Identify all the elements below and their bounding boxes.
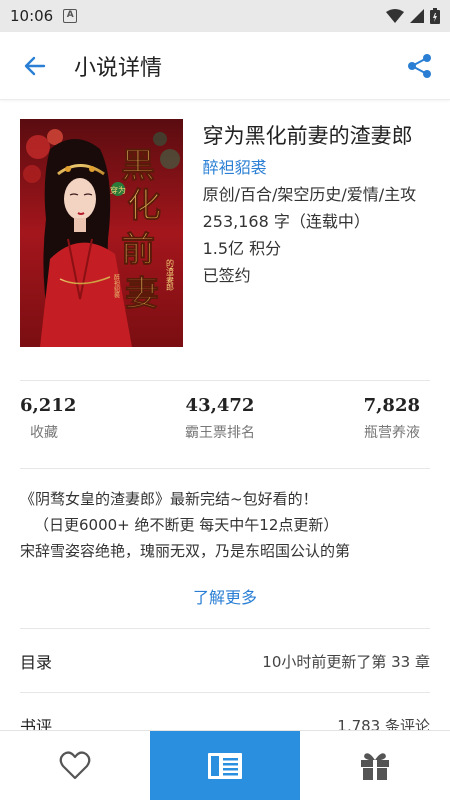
cover-title-char-1: 黑	[121, 146, 155, 186]
book-word-count: 253,168 字（连载中）	[202, 212, 370, 231]
battery-icon	[430, 8, 440, 24]
notification-icon: A	[63, 9, 78, 23]
book-description: 《阴骛女皇的渣妻郎》最新完结~包好看的！ （日更6000+ 绝不断更 每天中午1…	[20, 486, 430, 564]
table-of-contents-row[interactable]: 目录 10小时前更新了第 33 章	[20, 630, 430, 692]
gift-button[interactable]	[300, 731, 450, 800]
cover-title-char-4: 妻	[125, 274, 159, 314]
description-line: 宋辞雪姿容绝艳，瑰丽无双，乃是东昭国公认的第	[20, 542, 351, 560]
gift-icon	[361, 753, 389, 780]
status-time: 10:06	[10, 7, 54, 25]
stat-nutrients: 7,828 瓶营养液	[310, 392, 450, 462]
signal-icon	[410, 9, 424, 23]
back-button[interactable]	[0, 32, 70, 100]
toc-update-status: 10小时前更新了第 33 章	[262, 652, 430, 671]
stat-value: 6,212	[20, 395, 77, 416]
cover-title-char-3: 前	[121, 230, 155, 270]
book-author[interactable]: 醉袒貂裘	[203, 155, 430, 181]
stat-value: 7,828	[363, 395, 420, 416]
cover-caption: 的渣妻郎	[166, 258, 175, 292]
cover-author: 醉袒貂裘	[113, 273, 120, 299]
wifi-icon	[386, 9, 404, 23]
book-header: 黑 化 前 妻 穿为 的渣妻郎 醉袒貂裘 穿为黑化前妻的渣妻郎 醉袒貂裘 原创/…	[20, 119, 430, 367]
toc-label: 目录	[20, 653, 53, 672]
book-stats: 6,212 收藏 43,472 霸王票排名 7,828 瓶营养液	[0, 392, 450, 462]
cover-art: 黑 化 前 妻 穿为 的渣妻郎 醉袒貂裘	[20, 119, 183, 347]
cover-badge: 穿为	[110, 185, 126, 195]
book-contract-status: 已签约	[202, 266, 251, 285]
status-bar: 10:06 A	[0, 0, 450, 32]
app-bar: 小说详情	[0, 32, 450, 100]
share-icon	[408, 53, 431, 78]
stat-label: 霸王票排名	[185, 425, 255, 441]
description-line: （日更6000+ 绝不断更 每天中午12点更新）	[34, 516, 339, 534]
book-info: 穿为黑化前妻的渣妻郎 醉袒貂裘 原创/百合/架空历史/爱情/主攻 253,168…	[203, 119, 430, 367]
divider	[20, 380, 430, 381]
stat-favorites: 6,212 收藏	[0, 392, 130, 462]
read-button[interactable]	[150, 731, 300, 800]
stat-label: 收藏	[30, 425, 58, 441]
book-cover[interactable]: 黑 化 前 妻 穿为 的渣妻郎 醉袒貂裘	[20, 119, 183, 347]
favorite-button[interactable]	[0, 731, 150, 800]
book-title: 穿为黑化前妻的渣妻郎	[202, 124, 413, 148]
page-title: 小说详情	[74, 55, 163, 81]
stat-value: 43,472	[185, 395, 255, 416]
divider	[20, 628, 430, 629]
arrow-back-icon	[24, 56, 46, 75]
bottom-nav	[0, 730, 450, 800]
description-line: 《阴骛女皇的渣妻郎》最新完结~包好看的！	[20, 490, 318, 508]
stat-label: 瓶营养液	[364, 425, 420, 441]
status-icons	[386, 8, 440, 24]
book-tags: 原创/百合/架空历史/爱情/主攻	[202, 185, 417, 204]
divider	[20, 468, 430, 469]
share-button[interactable]	[390, 32, 450, 100]
cover-title-char-2: 化	[127, 186, 161, 226]
book-icon	[208, 753, 242, 779]
learn-more-link[interactable]: 了解更多	[0, 584, 450, 608]
stat-ranking: 43,472 霸王票排名	[130, 392, 310, 462]
heart-icon	[59, 751, 91, 780]
divider	[20, 692, 430, 693]
book-points: 1.5亿 积分	[202, 239, 282, 258]
